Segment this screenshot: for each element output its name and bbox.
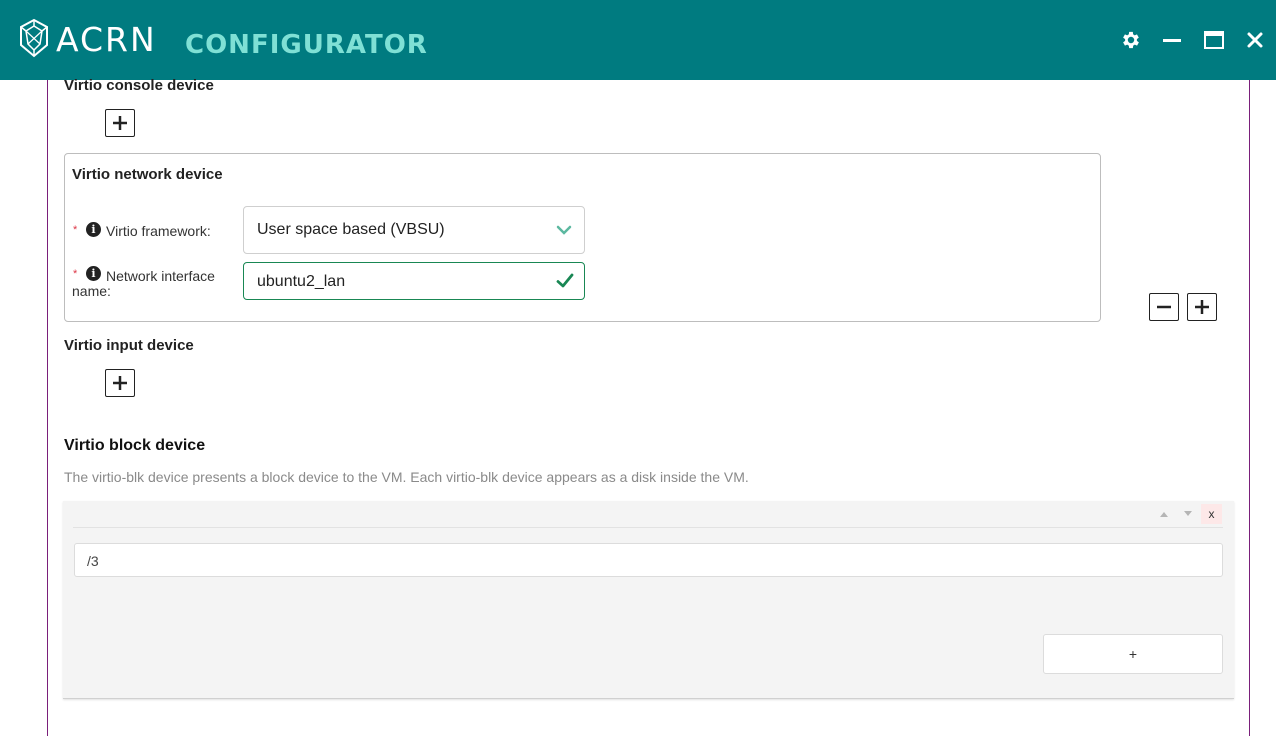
block-device-title: Virtio block device — [64, 437, 206, 454]
input-device-title: Virtio input device — [64, 337, 194, 354]
block-device-description: The virtio-blk device presents a block d… — [64, 469, 749, 485]
plus-icon — [113, 116, 127, 130]
remove-network-device-button[interactable] — [1149, 293, 1179, 321]
brand-name: ACRN — [56, 20, 157, 59]
maximize-button[interactable] — [1202, 28, 1226, 52]
framework-selected-value: User space based (VBSU) — [257, 221, 445, 238]
framework-label: Virtio framework: — [106, 223, 211, 239]
network-interface-value: ubuntu2_lan — [257, 273, 346, 290]
caret-up-icon — [1160, 512, 1168, 517]
minimize-icon — [1163, 39, 1181, 42]
iface-label-line2: name: — [72, 283, 111, 299]
check-icon — [556, 273, 574, 288]
move-down-button[interactable] — [1181, 507, 1195, 521]
block-device-value: /3 — [87, 553, 99, 569]
plus-icon — [1195, 300, 1209, 314]
network-device-title: Virtio network device — [72, 166, 223, 183]
plus-icon — [113, 376, 127, 390]
console-device-title: Virtio console device — [64, 77, 214, 94]
gear-icon — [1123, 31, 1139, 49]
close-window-button[interactable] — [1243, 28, 1267, 52]
add-network-device-button[interactable] — [1187, 293, 1217, 321]
acrn-logo-icon — [20, 18, 48, 58]
caret-down-icon — [1184, 511, 1192, 516]
network-interface-input[interactable]: ubuntu2_lan — [243, 262, 585, 300]
framework-select[interactable]: User space based (VBSU) — [243, 206, 585, 254]
required-mark: * — [73, 268, 78, 280]
settings-button[interactable] — [1119, 28, 1143, 52]
chevron-down-icon — [556, 225, 572, 235]
add-console-device-button[interactable] — [105, 109, 135, 137]
block-device-input[interactable]: /3 — [74, 543, 1223, 577]
iface-label-line1: Network interface — [106, 268, 215, 284]
app-header: ACRN CONFIGURATOR — [0, 0, 1276, 80]
maximize-icon — [1204, 31, 1224, 49]
product-name: CONFIGURATOR — [185, 30, 428, 60]
minimize-button[interactable] — [1160, 28, 1184, 52]
close-icon — [1247, 32, 1263, 48]
minus-icon — [1157, 305, 1171, 309]
add-input-device-button[interactable] — [105, 369, 135, 397]
divider — [73, 527, 1223, 528]
info-icon[interactable]: i — [86, 222, 101, 237]
block-device-panel: x /3 + — [63, 501, 1234, 699]
add-block-device-button[interactable]: + — [1043, 634, 1223, 674]
info-icon[interactable]: i — [86, 266, 101, 281]
remove-block-item-button[interactable]: x — [1201, 504, 1222, 524]
required-mark: * — [73, 224, 78, 236]
move-up-button[interactable] — [1157, 507, 1171, 521]
